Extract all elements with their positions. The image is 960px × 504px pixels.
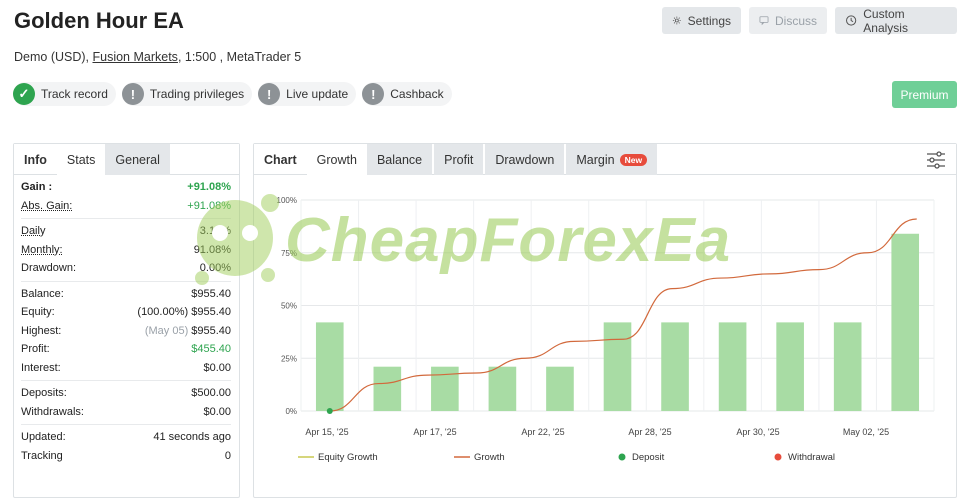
broker-link[interactable]: Fusion Markets: [92, 50, 177, 64]
x-tick-label: Apr 22, '25: [521, 427, 564, 437]
stat-highest: Highest: (May 05) $955.40: [21, 324, 231, 337]
badge-label: Trading privileges: [149, 87, 245, 101]
tab-chart[interactable]: Chart: [254, 144, 307, 175]
badge-label: Cashback: [390, 87, 444, 101]
stats-tabs: Info Stats General: [14, 144, 239, 175]
bar: [776, 322, 804, 411]
badge-label: Track record: [41, 87, 108, 101]
exclamation-icon: !: [362, 83, 385, 105]
y-tick-label: 0%: [285, 407, 297, 416]
status-badges: ✓ Track record ! Trading privileges ! Li…: [13, 82, 452, 106]
comment-icon: [759, 16, 769, 26]
x-tick-label: Apr 28, '25: [628, 427, 671, 437]
legend-label: Deposit: [632, 452, 665, 463]
legend-swatch-deposit: [618, 453, 626, 461]
discuss-label: Discuss: [774, 13, 817, 28]
legend-label: Withdrawal: [788, 452, 835, 463]
tab-stats[interactable]: Stats: [56, 144, 106, 175]
x-tick-label: Apr 17, '25: [413, 427, 456, 437]
custom-analysis-label: Custom Analysis: [863, 6, 908, 35]
settings-label: Settings: [687, 13, 731, 28]
growth-chart: 0% 25% 50% 75% 100% Apr 15, '25 Apr 17, '25 Apr…: [277, 196, 935, 463]
stat-balance: Balance: $955.40: [21, 287, 231, 300]
bar: [833, 322, 862, 411]
stat-drawdown: Drawdown: 0.00%: [21, 262, 231, 275]
clock-icon: [846, 15, 857, 26]
badge-trading-privileges[interactable]: ! Trading privileges: [121, 82, 253, 106]
legend-label: Growth: [474, 452, 505, 463]
settings-button[interactable]: Settings: [662, 7, 741, 34]
tab-info[interactable]: Info: [14, 144, 57, 175]
tab-drawdown[interactable]: Drawdown: [485, 144, 565, 175]
x-tick-label: Apr 15, '25: [305, 427, 348, 437]
stat-monthly: Monthly: 91.08%: [21, 243, 231, 256]
deposit-point: [326, 408, 333, 414]
discuss-button[interactable]: Discuss: [749, 7, 827, 34]
badge-live-update[interactable]: ! Live update: [258, 82, 357, 106]
account-suffix: , 1:500 , MetaTrader 5: [177, 50, 302, 64]
stats-panel: Info Stats General Gain : +91.08% Abs. Ga…: [13, 143, 240, 498]
tab-margin-label: Margin: [576, 152, 615, 167]
bar: [488, 366, 517, 411]
stat-interest: Interest: $0.00: [21, 361, 231, 374]
stat-daily: Daily 3.13%: [21, 225, 231, 238]
exclamation-icon: !: [258, 83, 281, 105]
tab-general[interactable]: General: [105, 144, 170, 175]
bar: [603, 322, 632, 411]
tab-growth[interactable]: Growth: [306, 144, 367, 175]
bar: [891, 233, 920, 411]
tab-balance[interactable]: Balance: [366, 144, 433, 175]
x-tick-label: Apr 30, '25: [736, 427, 779, 437]
stat-deposits: Deposits: $500.00: [21, 387, 231, 400]
y-tick-label: 25%: [281, 354, 297, 363]
bar: [661, 322, 689, 411]
badge-track-record[interactable]: ✓ Track record: [13, 82, 116, 106]
badge-cashback[interactable]: ! Cashback: [362, 82, 452, 106]
check-icon: ✓: [13, 83, 35, 105]
stat-equity: Equity: (100.00%) $955.40: [21, 306, 231, 319]
y-tick-label: 50%: [281, 302, 297, 311]
y-tick-label: 75%: [281, 249, 297, 258]
page-title: Golden Hour EA: [14, 8, 184, 33]
bar: [373, 366, 402, 411]
filter-settings-icon[interactable]: [926, 151, 946, 169]
chart-panel: Chart Growth Balance Profit Drawdown Mar…: [253, 143, 957, 498]
legend-label: Equity Growth: [318, 452, 378, 463]
stat-withdrawals: Withdrawals: $0.00: [21, 405, 231, 418]
x-tick-label: May 02, '25: [843, 427, 889, 437]
tab-profit[interactable]: Profit: [434, 144, 484, 175]
new-badge: New: [619, 153, 648, 166]
tab-margin[interactable]: Margin New: [566, 144, 658, 175]
stat-abs-gain: Abs. Gain: +91.08%: [21, 199, 231, 212]
bar: [546, 366, 574, 411]
bar: [718, 322, 747, 411]
exclamation-icon: !: [121, 83, 144, 105]
gear-icon: [672, 16, 681, 25]
account-prefix: Demo (USD),: [14, 50, 93, 64]
chart-tabs: Chart Growth Balance Profit Drawdown Mar…: [254, 144, 956, 175]
stat-gain: Gain : +91.08%: [21, 181, 231, 194]
legend-swatch-withdrawal: [774, 453, 782, 461]
account-info: Demo (USD), Fusion Markets, 1:500 , Meta…: [14, 50, 301, 64]
stat-profit: Profit: $455.40: [21, 343, 231, 356]
y-tick-label: 100%: [277, 196, 297, 205]
stat-tracking: Tracking 0: [21, 449, 231, 462]
stat-updated: Updated: 41 seconds ago: [21, 431, 231, 444]
bar: [315, 322, 344, 411]
premium-button[interactable]: Premium: [892, 81, 957, 108]
badge-label: Live update: [286, 87, 349, 101]
custom-analysis-button[interactable]: Custom Analysis: [835, 6, 957, 35]
